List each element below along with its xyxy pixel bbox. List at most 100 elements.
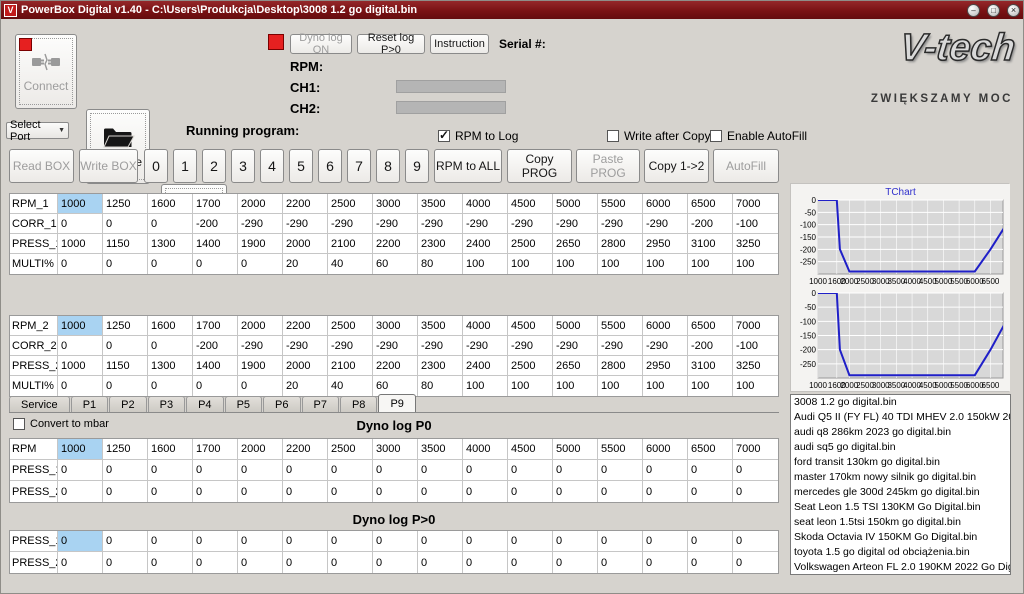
cell-press_2-14[interactable]: 3100 [688,356,733,376]
cell-multi%-14[interactable]: 100 [688,376,733,396]
minimize-button[interactable] [967,4,980,17]
cell-rpm-9[interactable]: 4000 [463,439,508,460]
digit-button-3[interactable]: 3 [231,149,255,183]
tab-p1[interactable]: P1 [71,396,108,412]
cell-press_2-12[interactable]: 0 [598,481,643,502]
cell-rpm_1-2[interactable]: 1600 [148,194,193,214]
cell-rpm_2-6[interactable]: 2500 [328,316,373,336]
cell-multi%-3[interactable]: 0 [193,254,238,274]
cell-corr_1-4[interactable]: -290 [238,214,283,234]
cell-corr_1-11[interactable]: -290 [553,214,598,234]
cell-press_2-9[interactable]: 0 [463,552,508,573]
cell-press_2-7[interactable]: 0 [373,481,418,502]
cell-press_2-5[interactable]: 0 [283,481,328,502]
cell-rpm_2-13[interactable]: 6000 [643,316,688,336]
cell-corr_1-7[interactable]: -290 [373,214,418,234]
cell-rpm_1-13[interactable]: 6000 [643,194,688,214]
file-item-9[interactable]: Skoda Octavia IV 150KM Go Digital.bin [791,530,1010,545]
cell-rpm_1-5[interactable]: 2200 [283,194,328,214]
cell-multi%-13[interactable]: 100 [643,254,688,274]
connect-button[interactable]: Connect [15,34,77,109]
cell-rpm-1[interactable]: 1250 [103,439,148,460]
cell-multi%-10[interactable]: 100 [508,254,553,274]
cell-press_1-5[interactable]: 2000 [283,234,328,254]
cell-rpm_1-1[interactable]: 1250 [103,194,148,214]
cell-corr_2-9[interactable]: -290 [463,336,508,356]
cell-rpm_1-4[interactable]: 2000 [238,194,283,214]
select-port-dropdown[interactable]: Select Port ▼ [6,122,69,139]
cell-press_2-7[interactable]: 2200 [373,356,418,376]
cell-press_1-14[interactable]: 0 [688,531,733,552]
cell-multi%-12[interactable]: 100 [598,376,643,396]
cell-press_2-12[interactable]: 0 [598,552,643,573]
cell-corr_1-5[interactable]: -290 [283,214,328,234]
cell-multi%-2[interactable]: 0 [148,376,193,396]
cell-press_1-13[interactable]: 0 [643,531,688,552]
cell-rpm_1-15[interactable]: 7000 [733,194,778,214]
tab-p4[interactable]: P4 [186,396,223,412]
cell-press_1-7[interactable]: 2200 [373,234,418,254]
cell-rpm_2-5[interactable]: 2200 [283,316,328,336]
cell-multi%-1[interactable]: 0 [103,376,148,396]
cell-press_1-8[interactable]: 0 [418,460,463,481]
cell-press_1-9[interactable]: 0 [463,531,508,552]
cell-multi%-5[interactable]: 20 [283,376,328,396]
cell-press_1-8[interactable]: 0 [418,531,463,552]
cell-press_2-2[interactable]: 1300 [148,356,193,376]
cell-corr_2-1[interactable]: 0 [103,336,148,356]
cell-corr_1-6[interactable]: -290 [328,214,373,234]
cell-press_1-9[interactable]: 0 [463,460,508,481]
cell-press_2-6[interactable]: 2100 [328,356,373,376]
cell-press_2-14[interactable]: 0 [688,552,733,573]
cell-multi%-9[interactable]: 100 [463,376,508,396]
cell-press_2-9[interactable]: 0 [463,481,508,502]
cell-rpm_1-3[interactable]: 1700 [193,194,238,214]
cell-rpm_1-12[interactable]: 5500 [598,194,643,214]
cell-press_2-3[interactable]: 1400 [193,356,238,376]
cell-press_2-6[interactable]: 0 [328,481,373,502]
tab-p8[interactable]: P8 [340,396,377,412]
cell-rpm_1-11[interactable]: 5000 [553,194,598,214]
paste-prog-button[interactable]: Paste PROG [576,149,640,183]
cell-multi%-6[interactable]: 40 [328,376,373,396]
cell-press_2-15[interactable]: 0 [733,552,778,573]
file-item-3[interactable]: audi sq5 go digital.bin [791,440,1010,455]
cell-rpm-12[interactable]: 5500 [598,439,643,460]
cell-corr_2-12[interactable]: -290 [598,336,643,356]
cell-press_1-2[interactable]: 0 [148,460,193,481]
write-after-copy-checkbox-box[interactable] [607,130,619,142]
cell-press_2-13[interactable]: 2950 [643,356,688,376]
cell-press_2-4[interactable]: 0 [238,481,283,502]
cell-press_2-12[interactable]: 2800 [598,356,643,376]
cell-rpm_2-2[interactable]: 1600 [148,316,193,336]
cell-press_2-3[interactable]: 0 [193,481,238,502]
cell-press_2-0[interactable]: 0 [58,552,103,573]
cell-corr_1-15[interactable]: -100 [733,214,778,234]
cell-corr_1-9[interactable]: -290 [463,214,508,234]
cell-press_2-5[interactable]: 0 [283,552,328,573]
cell-rpm_2-1[interactable]: 1250 [103,316,148,336]
cell-corr_1-1[interactable]: 0 [103,214,148,234]
digit-button-2[interactable]: 2 [202,149,226,183]
cell-press_2-4[interactable]: 0 [238,552,283,573]
cell-press_1-1[interactable]: 0 [103,531,148,552]
cell-press_1-11[interactable]: 0 [553,460,598,481]
cell-multi%-4[interactable]: 0 [238,254,283,274]
digit-button-6[interactable]: 6 [318,149,342,183]
cell-rpm_2-15[interactable]: 7000 [733,316,778,336]
cell-multi%-3[interactable]: 0 [193,376,238,396]
cell-corr_2-8[interactable]: -290 [418,336,463,356]
cell-press_1-6[interactable]: 0 [328,460,373,481]
cell-corr_2-13[interactable]: -290 [643,336,688,356]
cell-press_1-0[interactable]: 1000 [58,234,103,254]
instruction-button[interactable]: Instruction [430,34,489,54]
cell-press_1-4[interactable]: 0 [238,460,283,481]
cell-press_1-12[interactable]: 2800 [598,234,643,254]
tab-p2[interactable]: P2 [109,396,146,412]
write-after-copy-checkbox[interactable]: Write after Copy [607,129,710,143]
cell-press_1-3[interactable]: 1400 [193,234,238,254]
cell-press_1-5[interactable]: 0 [283,531,328,552]
cell-multi%-0[interactable]: 0 [58,376,103,396]
cell-press_2-10[interactable]: 0 [508,552,553,573]
cell-corr_1-12[interactable]: -290 [598,214,643,234]
